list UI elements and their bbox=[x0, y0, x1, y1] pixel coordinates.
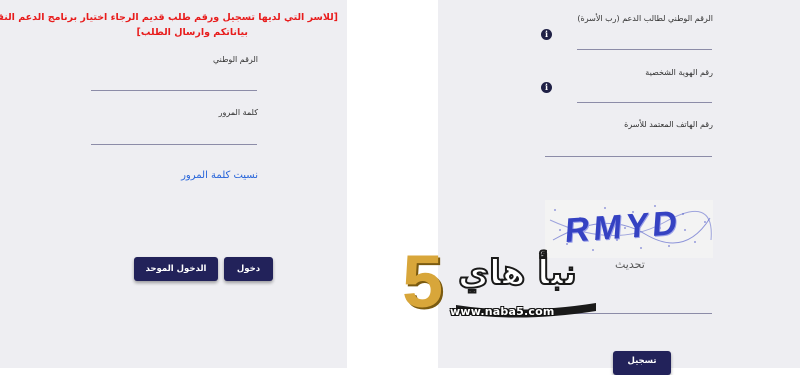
personal-id-input[interactable] bbox=[577, 102, 712, 103]
personal-id-label: رقم الهوية الشخصية bbox=[645, 68, 713, 77]
notice-line-1: [للاسر التي لديها تسجيل ورقم طلب قديم ال… bbox=[0, 12, 338, 23]
register-button[interactable]: تسجيل bbox=[613, 351, 671, 375]
notice-line-2: بياناتكم وارسال الطلب] bbox=[136, 27, 248, 38]
notice-message: [للاسر التي لديها تسجيل ورقم طلب قديم ال… bbox=[0, 10, 338, 40]
national-id-label: الرقم الوطني bbox=[212, 55, 258, 64]
password-label: كلمة المرور bbox=[218, 108, 258, 117]
unified-login-button[interactable]: الدخول الموحد bbox=[134, 257, 218, 281]
watermark-url: www.naba5.com bbox=[450, 305, 555, 318]
applicant-id-input[interactable] bbox=[577, 49, 712, 50]
info-icon[interactable]: i bbox=[541, 82, 552, 93]
watermark-digit: 5 bbox=[402, 240, 444, 323]
login-panel: [للاسر التي لديها تسجيل ورقم طلب قديم ال… bbox=[0, 0, 347, 368]
refresh-link[interactable]: تحديث bbox=[615, 258, 645, 271]
phone-input[interactable] bbox=[545, 156, 712, 157]
login-button[interactable]: دخول bbox=[224, 257, 273, 281]
national-id-input[interactable] bbox=[91, 90, 257, 91]
phone-label: رقم الهاتف المعتمد للأسرة bbox=[624, 120, 713, 129]
forgot-password-link[interactable]: نسيت كلمة المرور bbox=[181, 170, 258, 181]
applicant-id-label: الرقم الوطني لطالب الدعم (رب الأسرة) bbox=[577, 14, 713, 23]
watermark-title: نبأ هاي bbox=[457, 252, 578, 294]
password-input[interactable] bbox=[91, 144, 257, 145]
info-icon[interactable]: i bbox=[541, 29, 552, 40]
